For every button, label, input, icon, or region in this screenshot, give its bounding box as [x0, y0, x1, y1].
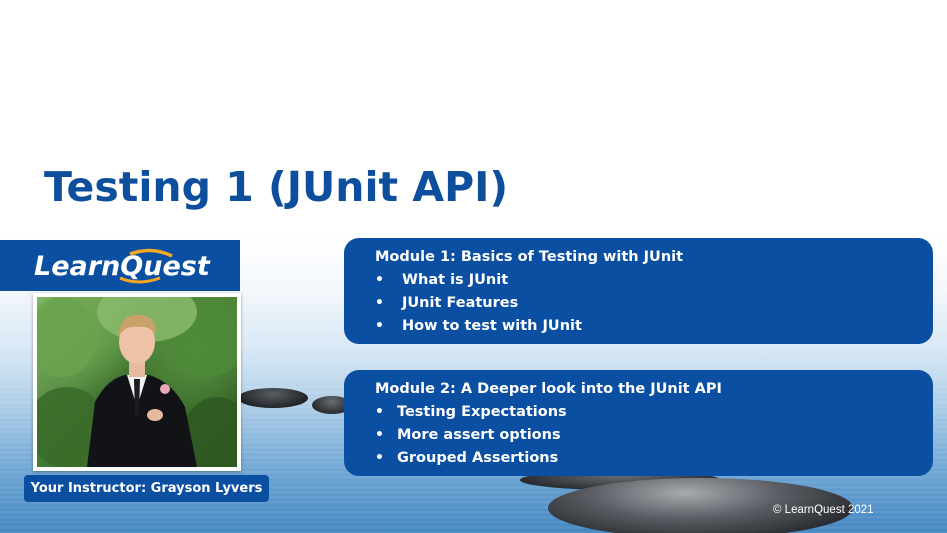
bullet: •	[375, 427, 384, 443]
module-item-list: • Testing Expectations • More assert optio…	[375, 401, 933, 470]
list-item: • More assert options	[375, 424, 933, 447]
module-heading: Module 1: Basics of Testing with JUnit	[375, 249, 684, 265]
list-item-label: What is JUnit	[402, 272, 509, 288]
module-item-list: • What is JUnit • JUnit Features • How to t…	[375, 269, 933, 338]
module-2-box: Module 2: A Deeper look into the JUnit A…	[344, 370, 933, 476]
copyright-text: © LearnQuest 2021	[773, 504, 874, 516]
bullet: •	[375, 450, 384, 466]
list-item-label: Testing Expectations	[397, 404, 567, 420]
presentation-slide: Testing 1 (JUnit API) LearnQuest Your In…	[0, 0, 947, 533]
instructor-photo	[37, 297, 237, 467]
list-item: • Testing Expectations	[375, 401, 933, 424]
bullet: •	[375, 318, 384, 334]
learnquest-logo: LearnQuest	[34, 248, 211, 284]
module-heading: Module 2: A Deeper look into the JUnit A…	[375, 381, 722, 397]
list-item: • How to test with JUnit	[375, 315, 933, 338]
slide-title: Testing 1 (JUnit API)	[44, 163, 509, 211]
stone-1	[238, 388, 308, 408]
list-item-label: JUnit Features	[402, 295, 519, 311]
list-item-label: Grouped Assertions	[397, 450, 559, 466]
list-item-label: More assert options	[397, 427, 561, 443]
bullet: •	[375, 295, 384, 311]
list-item: • JUnit Features	[375, 292, 933, 315]
list-item: • What is JUnit	[375, 269, 933, 292]
logo-text: LearnQuest	[34, 251, 211, 282]
bullet: •	[375, 272, 384, 288]
bullet: •	[375, 404, 384, 420]
list-item: • Grouped Assertions	[375, 447, 933, 470]
module-1-box: Module 1: Basics of Testing with JUnit •…	[344, 238, 933, 344]
instructor-caption: Your Instructor: Grayson Lyvers	[24, 475, 269, 502]
list-item-label: How to test with JUnit	[402, 318, 582, 334]
